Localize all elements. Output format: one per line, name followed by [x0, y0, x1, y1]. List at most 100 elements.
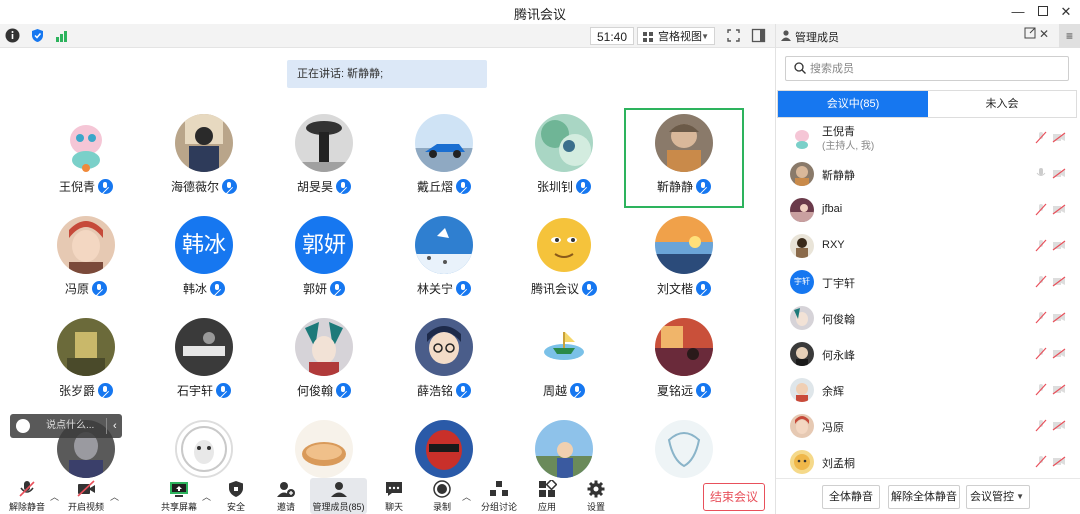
grid-view-dropdown[interactable]: 宫格视图 ▼: [637, 27, 715, 45]
participant-tile-active-speaker[interactable]: 靳静静: [624, 108, 744, 208]
mute-all-button[interactable]: 全体静音: [822, 485, 880, 509]
camera-off-icon[interactable]: [1052, 132, 1066, 143]
participant-tile[interactable]: 张岁爵: [26, 312, 146, 412]
participant-tile[interactable]: 郭妍 郭妍: [264, 210, 384, 310]
mic-muted-icon[interactable]: [1035, 455, 1047, 468]
unmute-all-button[interactable]: 解除全体静音: [888, 485, 960, 509]
camera-off-icon[interactable]: [1052, 168, 1066, 179]
participant-tile[interactable]: 石宇轩: [144, 312, 264, 412]
settings-button[interactable]: 设置: [582, 478, 610, 514]
tab-in-meeting[interactable]: 会议中(85): [778, 91, 928, 117]
invite-button[interactable]: 邀请: [272, 478, 300, 514]
participant-tile[interactable]: 冯原: [26, 210, 146, 310]
shield-icon[interactable]: [30, 28, 45, 43]
member-row[interactable]: 宇轩 丁宇轩: [776, 264, 1080, 300]
chevron-up-icon[interactable]: ︿: [462, 490, 471, 503]
maximize-icon[interactable]: [1033, 2, 1053, 22]
mic-muted-icon[interactable]: [1035, 203, 1047, 216]
mic-muted-icon[interactable]: [1035, 419, 1047, 432]
participant-tile[interactable]: 韩冰 韩冰: [144, 210, 264, 310]
participant-tile[interactable]: 腾讯会议: [504, 210, 624, 310]
participant-tile[interactable]: 周越: [504, 312, 624, 412]
camera-off-icon[interactable]: [1052, 384, 1066, 395]
close-icon[interactable]: ✕: [1039, 27, 1049, 41]
menu-icon[interactable]: ≡: [1059, 24, 1080, 48]
record-button[interactable]: 录制: [428, 478, 456, 514]
member-row[interactable]: 何永峰: [776, 336, 1080, 372]
member-row[interactable]: 王倪青 (主持人, 我): [776, 120, 1080, 156]
participant-tile[interactable]: 薛浩铭: [384, 312, 504, 412]
share-screen-button[interactable]: 共享屏幕: [160, 478, 198, 514]
member-name: 冯原: [822, 422, 844, 434]
search-icon: [794, 62, 806, 74]
tab-not-joined[interactable]: 未入会: [928, 91, 1076, 117]
participant-tile[interactable]: 林关宁: [384, 210, 504, 310]
fullscreen-icon[interactable]: [726, 28, 741, 43]
manage-members-button[interactable]: 管理成员(85): [310, 478, 367, 514]
participant-tile[interactable]: 海德薇尔: [144, 108, 264, 208]
mic-on-icon[interactable]: [1035, 167, 1047, 180]
member-row[interactable]: 何俊翰: [776, 300, 1080, 336]
close-icon[interactable]: ✕: [1056, 2, 1076, 22]
mic-muted-icon[interactable]: [1035, 275, 1047, 288]
camera-off-icon[interactable]: [1052, 276, 1066, 287]
chevron-up-icon[interactable]: ︿: [110, 490, 119, 503]
security-button[interactable]: 安全: [222, 478, 250, 514]
emoji-icon[interactable]: [16, 419, 30, 433]
member-row[interactable]: 余辉: [776, 372, 1080, 408]
minimize-icon[interactable]: —: [1008, 2, 1028, 22]
member-search[interactable]: [785, 56, 1069, 81]
chevron-left-icon[interactable]: ‹: [113, 414, 117, 438]
camera-off-icon[interactable]: [1052, 312, 1066, 323]
chat-button[interactable]: 聊天: [380, 478, 408, 514]
signal-icon[interactable]: [54, 28, 69, 43]
breakout-button[interactable]: 分组讨论: [480, 478, 518, 514]
chat-quick-input[interactable]: 说点什么... ‹: [10, 414, 122, 438]
unmute-button[interactable]: 解除静音: [8, 478, 46, 514]
mic-muted-icon[interactable]: [1035, 131, 1047, 144]
participant-tile[interactable]: 何俊翰: [264, 312, 384, 412]
participant-name: 刘文楷: [624, 280, 744, 297]
participant-name: 薛浩铭: [384, 382, 504, 399]
camera-off-icon[interactable]: [1052, 348, 1066, 359]
participant-tile[interactable]: 张圳钊: [504, 108, 624, 208]
chevron-up-icon[interactable]: ︿: [50, 490, 59, 503]
member-name: 余辉: [822, 386, 844, 398]
member-row[interactable]: RXY: [776, 228, 1080, 264]
participant-tile[interactable]: [264, 414, 384, 478]
participant-tile[interactable]: 王倪青: [26, 108, 146, 208]
breakout-icon: [490, 481, 508, 496]
sidebar-toggle-icon[interactable]: [751, 28, 766, 43]
mic-muted-icon: [216, 383, 231, 398]
search-input[interactable]: [810, 60, 1060, 77]
camera-off-icon[interactable]: [1052, 204, 1066, 215]
info-icon[interactable]: [5, 28, 20, 43]
avatar: [415, 114, 473, 172]
meeting-main-area: 51:40 宫格视图 ▼ 正在讲话: 靳静静; 王倪青 海德薇尔 胡旻昊 戴丘熠…: [0, 24, 775, 514]
camera-off-icon[interactable]: [1052, 420, 1066, 431]
camera-off-icon[interactable]: [1052, 456, 1066, 467]
member-row[interactable]: 刘孟桐: [776, 444, 1080, 480]
participant-tile[interactable]: [384, 414, 504, 478]
start-video-button[interactable]: 开启视频: [66, 478, 106, 514]
mic-muted-icon[interactable]: [1035, 311, 1047, 324]
participant-tile[interactable]: 胡旻昊: [264, 108, 384, 208]
end-meeting-button[interactable]: 结束会议: [703, 483, 765, 511]
meeting-control-dropdown[interactable]: 会议管控 ▼: [966, 485, 1030, 509]
chevron-up-icon[interactable]: ︿: [202, 490, 211, 503]
participant-tile[interactable]: 刘文楷: [624, 210, 744, 310]
participant-tile[interactable]: 戴丘熠: [384, 108, 504, 208]
member-row[interactable]: jfbai: [776, 192, 1080, 228]
mic-muted-icon[interactable]: [1035, 239, 1047, 252]
popout-icon[interactable]: [1024, 27, 1036, 42]
participant-tile[interactable]: [504, 414, 624, 478]
member-row[interactable]: 靳静静: [776, 156, 1080, 192]
participant-tile[interactable]: [624, 414, 744, 478]
participant-tile[interactable]: 夏铭远: [624, 312, 744, 412]
mic-muted-icon[interactable]: [1035, 347, 1047, 360]
camera-off-icon[interactable]: [1052, 240, 1066, 251]
apps-button[interactable]: 应用: [533, 478, 561, 514]
participant-tile[interactable]: [144, 414, 264, 478]
mic-muted-icon[interactable]: [1035, 383, 1047, 396]
member-row[interactable]: 冯原: [776, 408, 1080, 444]
